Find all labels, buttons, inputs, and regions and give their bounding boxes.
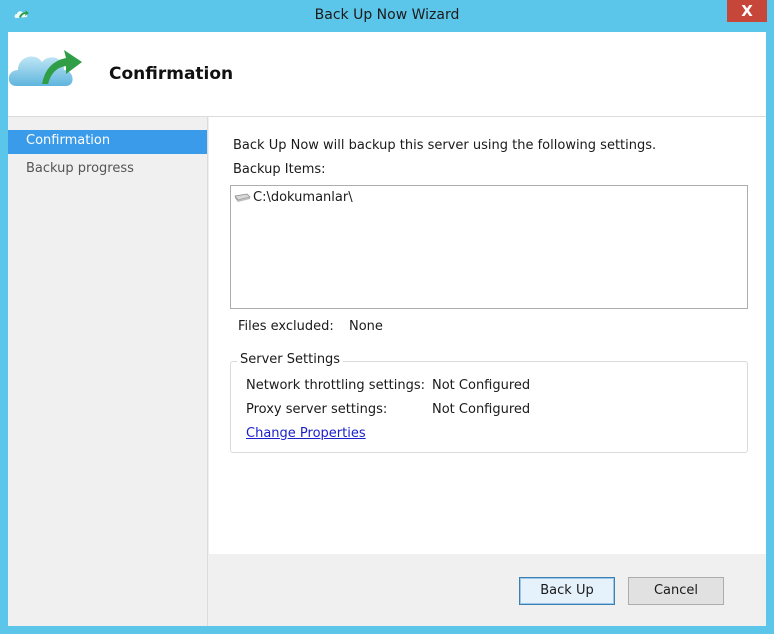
- main-panel: Back Up Now will backup this server usin…: [209, 117, 766, 626]
- wizard-header: Confirmation: [8, 32, 766, 116]
- files-excluded-value: None: [349, 319, 383, 334]
- title-bar[interactable]: Back Up Now Wizard X: [0, 0, 774, 32]
- files-excluded-label: Files excluded:: [238, 319, 334, 334]
- proxy-server-label: Proxy server settings:: [246, 402, 388, 417]
- cancel-button[interactable]: Cancel: [628, 577, 724, 605]
- change-properties-link[interactable]: Change Properties: [246, 426, 366, 441]
- network-throttling-label: Network throttling settings:: [246, 378, 426, 393]
- close-button[interactable]: X: [727, 0, 767, 22]
- nav-item-backup-progress[interactable]: Backup progress: [8, 158, 207, 182]
- intro-text: Back Up Now will backup this server usin…: [233, 138, 657, 153]
- drive-icon: [234, 193, 251, 202]
- content-area: Back Up Now will backup this server usin…: [209, 117, 766, 554]
- nav-item-confirmation[interactable]: Confirmation: [8, 130, 207, 154]
- page-title: Confirmation: [109, 64, 234, 84]
- cloud-backup-icon: [8, 50, 82, 86]
- backup-item-path: C:\dokumanlar\: [253, 190, 353, 205]
- backup-items-label: Backup Items:: [233, 162, 326, 177]
- window-title: Back Up Now Wizard: [314, 7, 460, 23]
- server-settings-title: Server Settings: [237, 352, 344, 367]
- proxy-server-value: Not Configured: [432, 402, 531, 417]
- list-item[interactable]: C:\dokumanlar\: [233, 190, 353, 208]
- back-up-button[interactable]: Back Up: [519, 577, 615, 605]
- wizard-body: Confirmation Confirmation Backup progres…: [8, 32, 766, 626]
- backup-items-list[interactable]: C:\dokumanlar\: [230, 185, 748, 309]
- network-throttling-value: Not Configured: [432, 378, 531, 393]
- wizard-steps-nav: Confirmation Backup progress: [8, 117, 208, 626]
- wizard-window: Back Up Now Wizard X Confirmation Confir…: [0, 0, 774, 634]
